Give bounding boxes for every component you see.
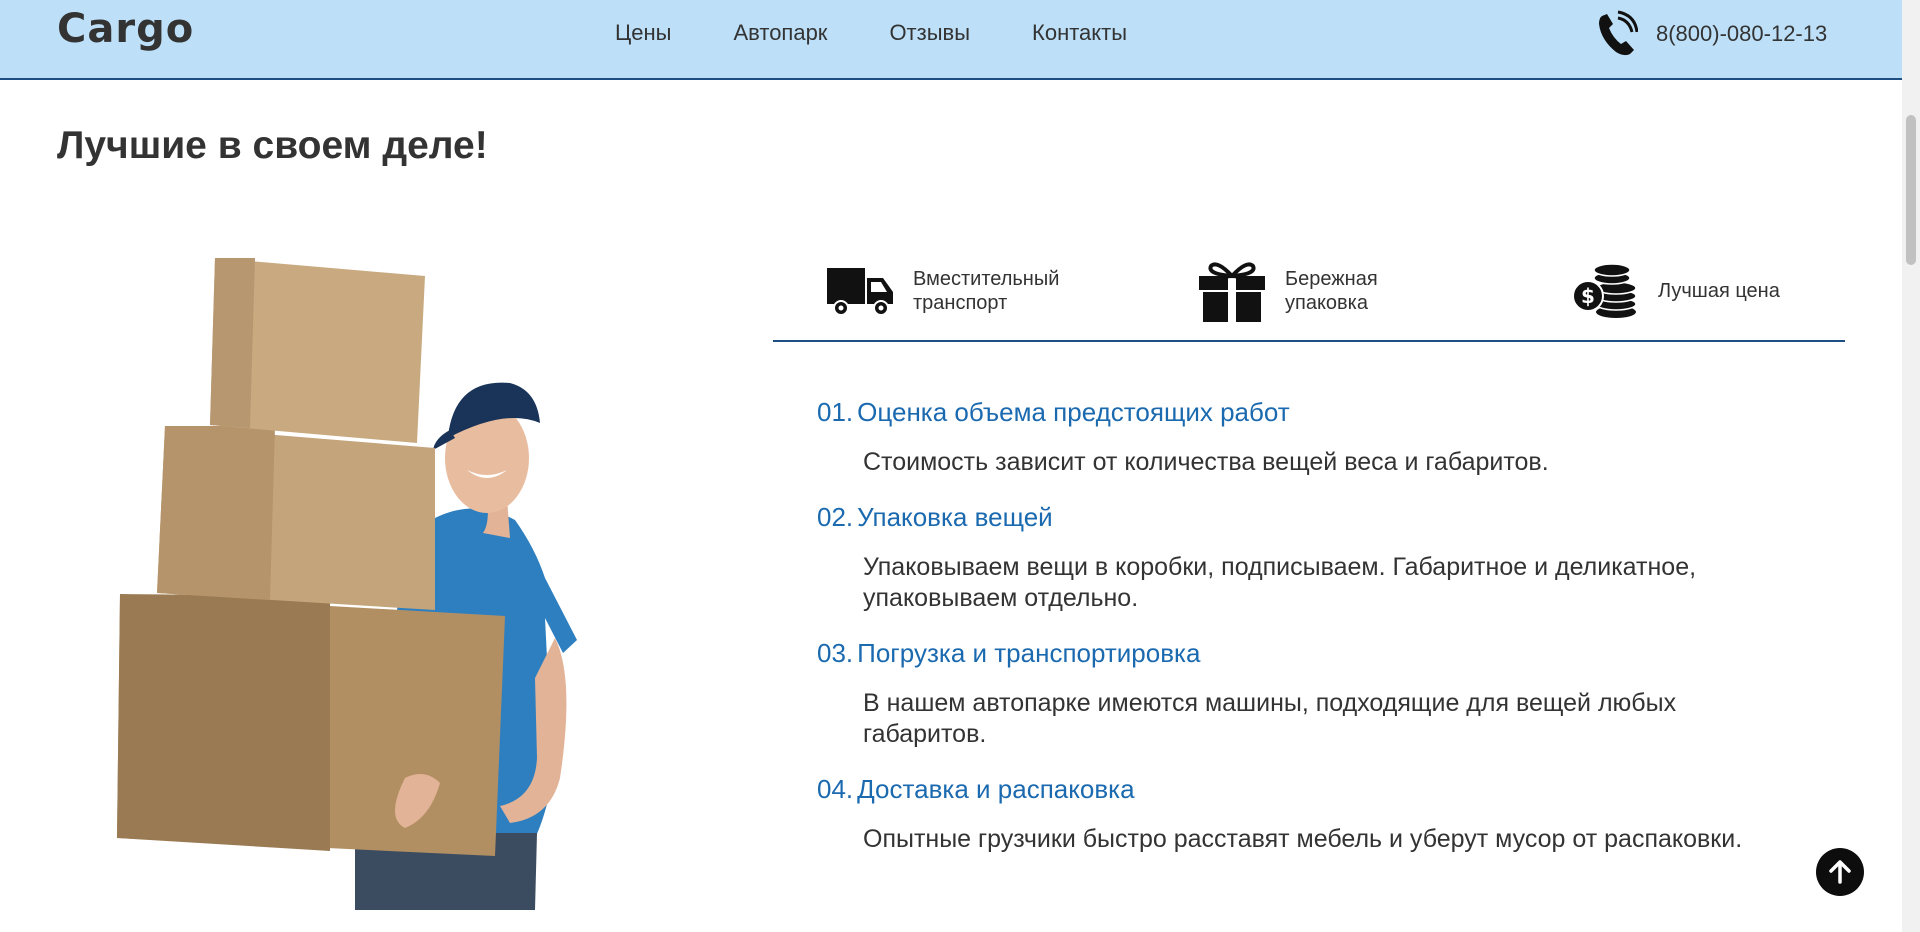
phone-contact[interactable]: 8(800)-080-12-13: [1596, 10, 1827, 58]
feature-label-line1: Бережная: [1285, 268, 1378, 290]
mover-with-boxes-photo: [117, 258, 577, 910]
step-title-text: Упаковка вещей: [857, 502, 1053, 532]
feature-label: Вместительный транспорт: [913, 267, 1093, 315]
phone-number[interactable]: 8(800)-080-12-13: [1656, 21, 1827, 47]
feature-best-price: $ Лучшая цена: [1570, 258, 1838, 324]
page-title: Лучшие в своем деле!: [57, 124, 488, 167]
step-number: 02.: [817, 502, 854, 532]
site-header: Cargo Цены Автопарк Отзывы Контакты 8(80…: [0, 0, 1902, 80]
nav-link-fleet[interactable]: Автопарк: [733, 20, 827, 46]
step-number: 04.: [817, 774, 854, 804]
feature-label: Лучшая цена: [1658, 279, 1838, 303]
steps-list: 01. Оценка объема предстоящих работ Стоим…: [817, 396, 1847, 878]
scroll-to-top-button[interactable]: [1816, 848, 1864, 896]
page-scrollbar[interactable]: [1902, 0, 1920, 932]
features-row: Вместительный транспорт Бережная упаковк…: [773, 258, 1845, 342]
step-description: Опытные грузчики быстро расставят мебель…: [863, 825, 1743, 853]
step-description: В нашем автопарке имеются машины, подход…: [863, 689, 1677, 748]
feature-label-line2: упаковка: [1285, 292, 1368, 314]
feature-label: Бережная упаковка: [1285, 267, 1465, 315]
feature-label-line2: транспорт: [913, 292, 1008, 314]
nav-link-prices[interactable]: Цены: [615, 20, 671, 46]
nav-link-reviews[interactable]: Отзывы: [889, 20, 970, 46]
step-item: 02. Упаковка вещей Упаковываем вещи в кор…: [817, 501, 1847, 614]
step-title-text: Доставка и распаковка: [857, 774, 1135, 804]
step-title: 02. Упаковка вещей: [817, 501, 1847, 533]
truck-icon: [827, 268, 893, 316]
step-description: Стоимость зависит от количества вещей ве…: [863, 448, 1549, 476]
svg-text:$: $: [1581, 284, 1595, 308]
step-number: 03.: [817, 638, 854, 668]
scrollbar-thumb[interactable]: [1906, 115, 1916, 265]
step-title: 01. Оценка объема предстоящих работ: [817, 396, 1847, 428]
gift-icon: [1199, 262, 1265, 322]
step-title: 04. Доставка и распаковка: [817, 773, 1847, 805]
step-title: 03. Погрузка и транспортировка: [817, 637, 1847, 669]
step-item: 03. Погрузка и транспортировка В нашем ав…: [817, 637, 1847, 750]
feature-packing: Бережная упаковка: [1197, 258, 1465, 324]
step-title-text: Оценка объема предстоящих работ: [857, 397, 1290, 427]
step-item: 04. Доставка и распаковка Опытные грузчик…: [817, 773, 1847, 855]
feature-label-line1: Вместительный: [913, 268, 1060, 290]
coins-icon: $: [1572, 263, 1637, 318]
arrow-up-icon: [1829, 860, 1851, 884]
step-title-text: Погрузка и транспортировка: [857, 638, 1201, 668]
main-nav: Цены Автопарк Отзывы Контакты: [615, 20, 1189, 46]
feature-label-line1: Лучшая цена: [1658, 280, 1780, 302]
feature-transport: Вместительный транспорт: [825, 258, 1093, 324]
step-number: 01.: [817, 397, 854, 427]
step-description: Упаковываем вещи в коробки, подписываем.…: [863, 553, 1697, 612]
phone-icon: [1599, 10, 1638, 56]
logo[interactable]: Cargo: [57, 6, 194, 52]
step-item: 01. Оценка объема предстоящих работ Стоим…: [817, 396, 1847, 478]
nav-link-contacts[interactable]: Контакты: [1032, 20, 1127, 46]
